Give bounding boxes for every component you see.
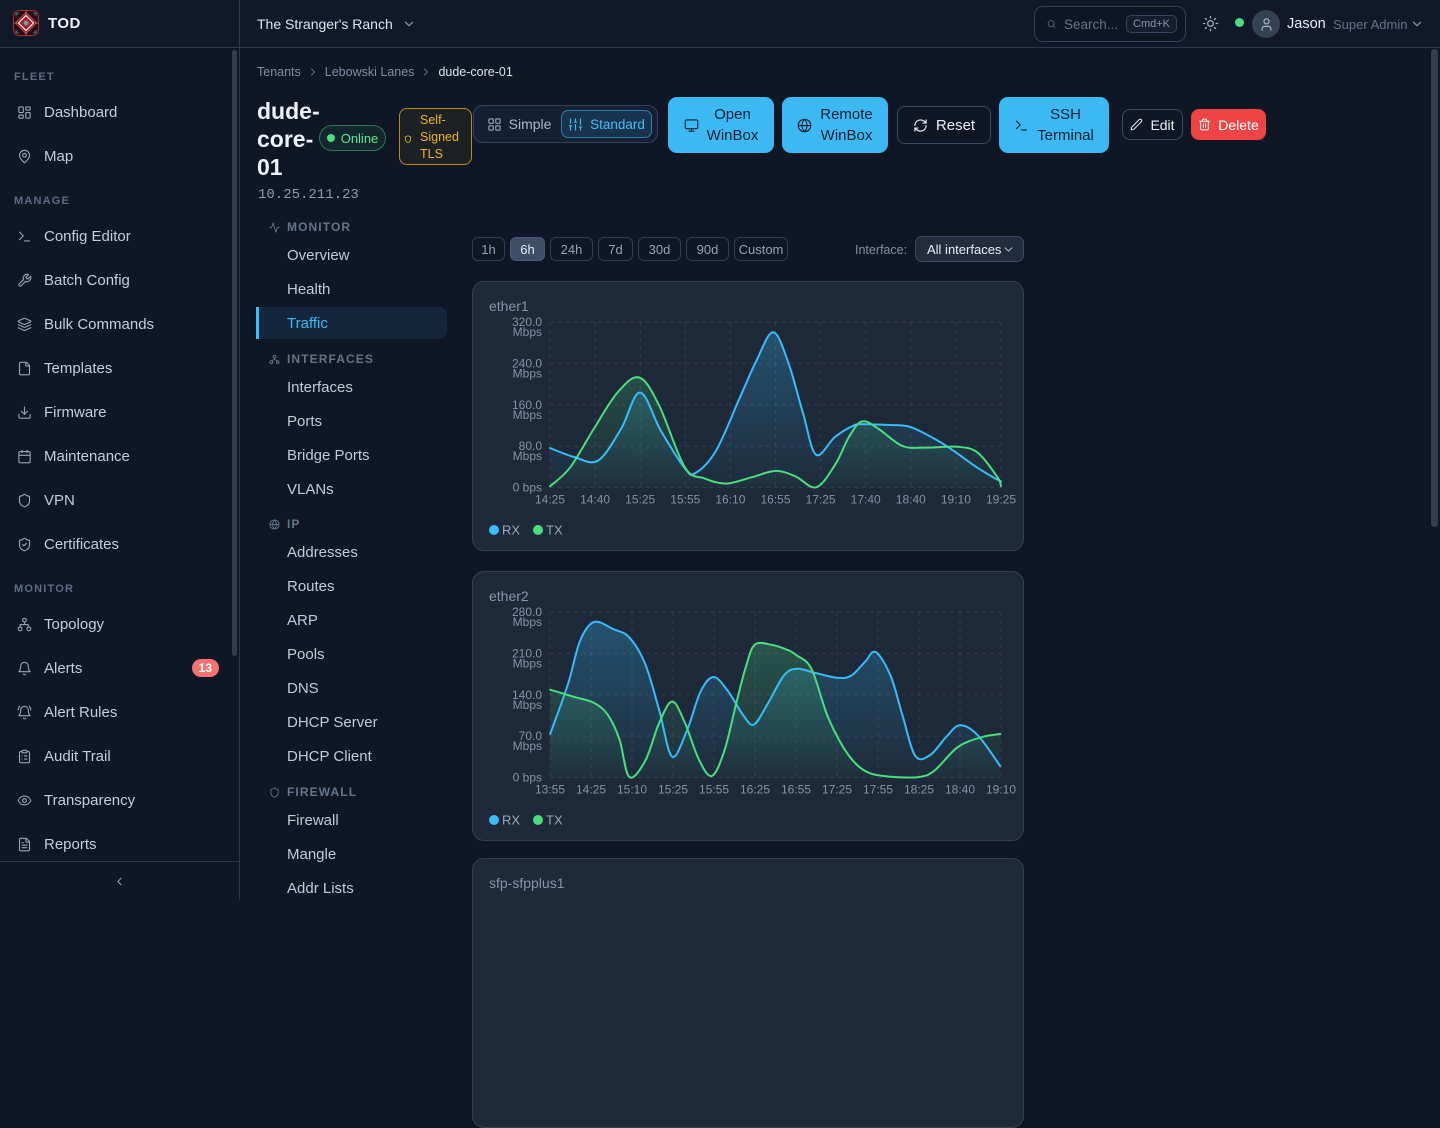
svg-text:14:40: 14:40 bbox=[580, 493, 610, 507]
svg-text:Mbps: Mbps bbox=[513, 325, 542, 339]
svg-text:Mbps: Mbps bbox=[513, 656, 542, 670]
svg-text:16:55: 16:55 bbox=[781, 783, 811, 797]
svg-text:13:55: 13:55 bbox=[535, 783, 565, 797]
svg-text:RX: RX bbox=[502, 813, 520, 828]
svg-text:19:25: 19:25 bbox=[986, 493, 1016, 507]
svg-text:18:40: 18:40 bbox=[945, 783, 975, 797]
svg-text:TX: TX bbox=[546, 813, 563, 828]
svg-text:15:25: 15:25 bbox=[658, 783, 688, 797]
svg-text:16:10: 16:10 bbox=[715, 493, 745, 507]
svg-text:15:55: 15:55 bbox=[699, 783, 729, 797]
svg-text:17:55: 17:55 bbox=[863, 783, 893, 797]
svg-text:Mbps: Mbps bbox=[513, 739, 542, 753]
svg-text:15:10: 15:10 bbox=[617, 783, 647, 797]
svg-text:RX: RX bbox=[502, 523, 520, 538]
svg-text:16:25: 16:25 bbox=[740, 783, 770, 797]
svg-text:18:25: 18:25 bbox=[904, 783, 934, 797]
svg-text:Mbps: Mbps bbox=[513, 698, 542, 712]
svg-text:17:25: 17:25 bbox=[822, 783, 852, 797]
svg-text:17:25: 17:25 bbox=[806, 493, 836, 507]
svg-text:15:25: 15:25 bbox=[625, 493, 655, 507]
svg-text:19:10: 19:10 bbox=[941, 493, 971, 507]
svg-text:19:10: 19:10 bbox=[986, 783, 1016, 797]
svg-text:17:40: 17:40 bbox=[851, 493, 881, 507]
svg-text:15:55: 15:55 bbox=[670, 493, 700, 507]
svg-text:Mbps: Mbps bbox=[513, 366, 542, 380]
svg-text:16:55: 16:55 bbox=[760, 493, 790, 507]
svg-text:14:25: 14:25 bbox=[535, 493, 565, 507]
svg-text:TX: TX bbox=[546, 523, 563, 538]
svg-text:14:25: 14:25 bbox=[576, 783, 606, 797]
svg-text:Mbps: Mbps bbox=[513, 449, 542, 463]
svg-text:Mbps: Mbps bbox=[513, 615, 542, 629]
svg-text:Mbps: Mbps bbox=[513, 408, 542, 422]
svg-text:18:40: 18:40 bbox=[896, 493, 926, 507]
